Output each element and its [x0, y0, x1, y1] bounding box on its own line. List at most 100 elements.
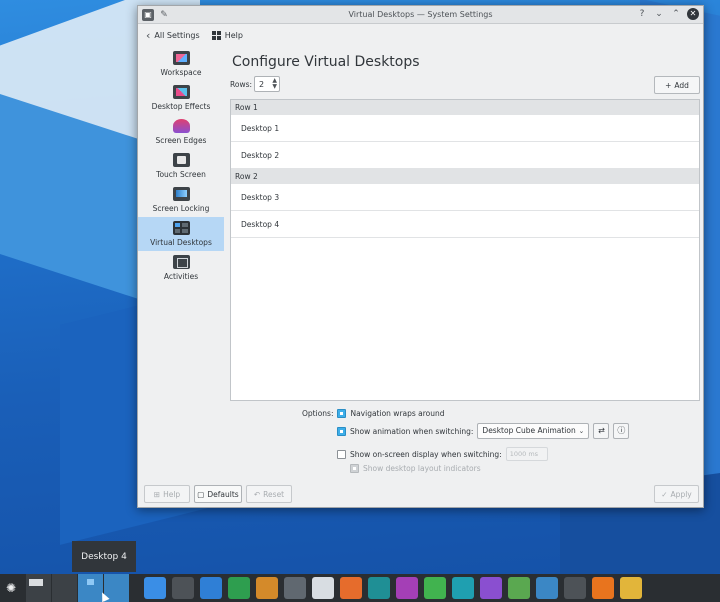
text-editor-icon[interactable] [312, 577, 334, 599]
sidebar-item-screen-edges[interactable]: Screen Edges [138, 115, 224, 149]
apply-button-label: Apply [670, 489, 692, 499]
pin-icon[interactable]: ✎ [158, 9, 170, 21]
defaults-button[interactable]: ▢ Defaults [194, 485, 242, 503]
sidebar-item-touch-screen[interactable]: Touch Screen [138, 149, 224, 183]
torrent-icon[interactable] [228, 577, 250, 599]
image-viewer-icon[interactable] [536, 577, 558, 599]
window-titlebar[interactable]: ▣ ✎ Virtual Desktops — System Settings ?… [138, 6, 703, 24]
ide-icon-4[interactable] [452, 577, 474, 599]
options-line-layout: Show desktop layout indicators [350, 464, 481, 473]
help-button[interactable]: ⊞ Help [144, 485, 190, 503]
animation-combobox[interactable]: Desktop Cube Animation ⌄ [477, 423, 590, 439]
plus-icon: + [665, 80, 672, 90]
sidebar-item-activities[interactable]: Activities [138, 251, 224, 285]
ide-icon-3[interactable] [424, 577, 446, 599]
context-help-button[interactable]: ? [636, 8, 648, 21]
paint-icon[interactable] [340, 577, 362, 599]
help-button-label: Help [163, 489, 181, 499]
firefox-icon[interactable] [592, 577, 614, 599]
help-grid-icon: ⊞ [153, 489, 161, 499]
sidebar-item-label: Workspace [160, 68, 202, 77]
rows-spinbox[interactable]: 2 ▲ ▼ [254, 76, 280, 92]
navigation-wraps-label[interactable]: Navigation wraps around [350, 409, 444, 418]
clapper-icon[interactable] [284, 577, 306, 599]
animation-about-button[interactable]: ⓘ [613, 423, 630, 439]
desktop-item[interactable]: Desktop 1 [231, 115, 699, 142]
sidebar-item-label: Screen Edges [155, 136, 207, 145]
osd-duration-spinbox[interactable]: 1000 ms [505, 447, 548, 461]
ide-icon-2[interactable] [396, 577, 418, 599]
rows-value: 2 [259, 79, 265, 89]
row-header: Row 1 [231, 100, 699, 115]
show-animation-checkbox[interactable] [337, 426, 346, 436]
sidebar: Workspace Desktop Effects Screen Edges T… [138, 47, 224, 477]
media-player-icon[interactable] [256, 577, 278, 599]
add-desktop-button[interactable]: + Add [654, 76, 700, 94]
file-manager-icon[interactable] [200, 577, 222, 599]
workspace-icon [172, 51, 190, 65]
show-osd-label[interactable]: Show on-screen display when switching: [350, 450, 502, 459]
app-menu-icon[interactable]: ▣ [142, 8, 154, 21]
settings-app-icon[interactable] [144, 577, 166, 599]
all-settings-button[interactable]: ‹ All Settings [146, 29, 200, 42]
show-layout-checkbox[interactable] [350, 464, 359, 473]
task-manager [144, 577, 642, 599]
reset-button[interactable]: ↶ Reset [246, 485, 292, 503]
desktop-pager [26, 574, 130, 602]
terminal-icon[interactable] [172, 577, 194, 599]
sidebar-item-label: Virtual Desktops [150, 238, 212, 247]
sidebar-item-label: Screen Locking [152, 204, 210, 213]
maximize-button[interactable]: ⌃ [670, 8, 682, 21]
spin-arrows-icon[interactable]: ▲ ▼ [272, 78, 277, 90]
apply-button[interactable]: ✓ Apply [654, 485, 699, 503]
defaults-button-label: Defaults [207, 489, 239, 499]
minimize-button[interactable]: ⌄ [653, 8, 665, 21]
help-grid-icon [211, 30, 221, 40]
rows-label: Rows: [230, 80, 253, 89]
reset-button-label: Reset [263, 489, 285, 499]
touch-screen-icon [172, 153, 190, 167]
sidebar-item-virtual-desktops[interactable]: Virtual Desktops [138, 217, 224, 251]
page-title: Configure Virtual Desktops [232, 54, 420, 70]
ide-icon-5[interactable] [480, 577, 502, 599]
pager-window-thumbnail [87, 579, 94, 585]
sidebar-item-workspace[interactable]: Workspace [138, 47, 224, 81]
app-launcher-icon[interactable]: ✺ [0, 574, 22, 602]
options-label: Options: [302, 409, 334, 418]
system-settings-window: ▣ ✎ Virtual Desktops — System Settings ?… [137, 5, 704, 508]
options-line-osd: Show on-screen display when switching: 1… [337, 447, 548, 461]
desktop-item[interactable]: Desktop 3 [231, 184, 699, 211]
undo-icon: ↶ [253, 489, 261, 499]
show-osd-checkbox[interactable] [337, 449, 346, 459]
presentation-icon[interactable] [564, 577, 586, 599]
pager-desktop-2[interactable] [52, 574, 78, 602]
pager-window-thumbnail [29, 579, 43, 586]
pager-desktop-1[interactable] [26, 574, 52, 602]
chevron-left-icon: ‹ [146, 28, 151, 42]
row-header: Row 2 [231, 169, 699, 184]
show-animation-label[interactable]: Show animation when switching: [350, 427, 473, 436]
ide-icon-1[interactable] [368, 577, 390, 599]
help-menu-label: Help [224, 30, 243, 40]
navigation-wraps-checkbox[interactable] [337, 409, 347, 418]
options-line-wrap: Options: Navigation wraps around [302, 409, 445, 418]
screen-locking-icon [172, 187, 190, 201]
options-line-animation: Show animation when switching: Desktop C… [337, 423, 630, 439]
desktop-effects-icon [172, 85, 190, 99]
virtual-desktops-icon [172, 221, 190, 235]
sidebar-item-screen-locking[interactable]: Screen Locking [138, 183, 224, 217]
close-button[interactable]: ✕ [687, 8, 699, 20]
add-label: Add [674, 80, 689, 90]
window-controls: ? ⌄ ⌃ ✕ [636, 8, 699, 21]
gallery-icon[interactable] [620, 577, 642, 599]
animation-settings-button[interactable]: ⇄ [593, 423, 610, 439]
sidebar-item-desktop-effects[interactable]: Desktop Effects [138, 81, 224, 115]
desktop-item[interactable]: Desktop 2 [231, 142, 699, 169]
help-menu-button[interactable]: Help [211, 30, 243, 40]
window-title: Virtual Desktops — System Settings [348, 10, 493, 19]
sidebar-item-label: Desktop Effects [151, 102, 211, 111]
screen-edges-icon [172, 119, 190, 133]
show-layout-label: Show desktop layout indicators [363, 464, 481, 473]
game-icon[interactable] [508, 577, 530, 599]
desktop-item[interactable]: Desktop 4 [231, 211, 699, 238]
